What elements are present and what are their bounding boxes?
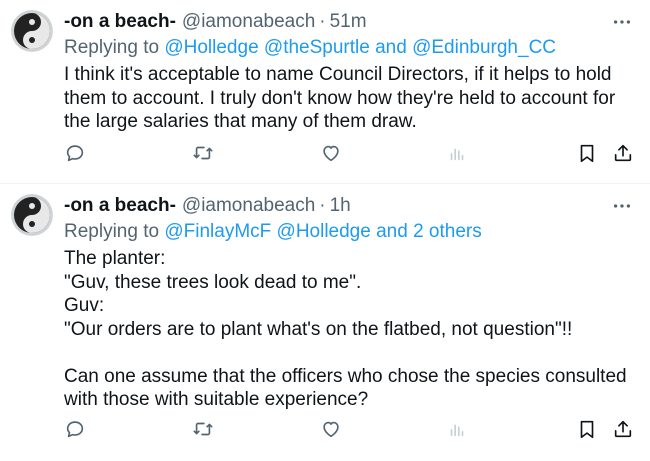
separator: · — [319, 11, 326, 32]
mention-link[interactable]: @Edinburgh_CC — [412, 37, 556, 58]
avatar[interactable] — [11, 194, 53, 236]
tweet-header: -on a beach- @iamonabeach · 51m — [64, 10, 367, 34]
mention-link[interactable]: @FinlayMcF — [164, 221, 271, 242]
tweet-header: -on a beach- @iamonabeach · 1h — [64, 194, 351, 218]
tweet-paragraph: I think it's acceptable to name Council … — [64, 64, 621, 132]
heart-icon[interactable] — [316, 138, 346, 168]
analytics-icon[interactable] — [442, 138, 472, 168]
tweet[interactable]: -on a beach- @iamonabeach · 51m Replying… — [0, 0, 650, 183]
share-icon[interactable] — [608, 138, 638, 168]
more-horizontal-icon[interactable] — [610, 10, 634, 34]
action-bar — [0, 138, 650, 168]
user-handle[interactable]: @iamonabeach — [182, 195, 315, 217]
tweet-line: "Guv, these trees look dead to me". — [64, 271, 362, 293]
tweet-line: Guv: — [64, 295, 105, 316]
bookmark-icon[interactable] — [572, 414, 602, 444]
more-horizontal-icon[interactable] — [610, 194, 634, 218]
heart-icon[interactable] — [316, 414, 346, 444]
timestamp[interactable]: 1h — [330, 195, 351, 217]
reply-icon[interactable] — [60, 138, 90, 168]
separator: · — [319, 195, 326, 216]
user-handle[interactable]: @iamonabeach — [182, 11, 315, 33]
tweet-text: I think it's acceptable to name Council … — [64, 63, 639, 134]
display-name[interactable]: -on a beach- — [64, 11, 176, 33]
share-icon[interactable] — [608, 414, 638, 444]
tweet-line: "Our orders are to plant what's on the f… — [64, 318, 573, 340]
reply-prefix: Replying to — [64, 37, 160, 58]
action-bar — [0, 414, 650, 444]
mention-others-link[interactable]: and 2 others — [376, 221, 482, 242]
retweet-icon[interactable] — [188, 138, 218, 168]
tweet-line-blank — [64, 341, 639, 365]
mention-link[interactable]: @Holledge — [164, 37, 258, 58]
tweet[interactable]: -on a beach- @iamonabeach · 1h Replying … — [0, 184, 650, 461]
timestamp[interactable]: 51m — [330, 11, 367, 33]
display-name[interactable]: -on a beach- — [64, 195, 176, 217]
replying-to: Replying to @Holledge @theSpurtle and @E… — [64, 37, 556, 59]
analytics-icon[interactable] — [442, 414, 472, 444]
retweet-icon[interactable] — [188, 414, 218, 444]
mention-link[interactable]: @Holledge — [277, 221, 371, 242]
bookmark-icon[interactable] — [572, 138, 602, 168]
tweet-line: Can one assume that the officers who cho… — [64, 365, 632, 411]
mention-conjunction[interactable]: and — [375, 37, 407, 58]
reply-icon[interactable] — [60, 414, 90, 444]
reply-prefix: Replying to — [64, 221, 160, 242]
tweet-text: The planter: "Guv, these trees look dead… — [64, 247, 639, 412]
replying-to: Replying to @FinlayMcF @Holledge and 2 o… — [64, 221, 482, 243]
tweet-line: The planter: — [64, 248, 166, 269]
mention-link[interactable]: @theSpurtle — [264, 37, 370, 58]
avatar[interactable] — [11, 10, 53, 52]
